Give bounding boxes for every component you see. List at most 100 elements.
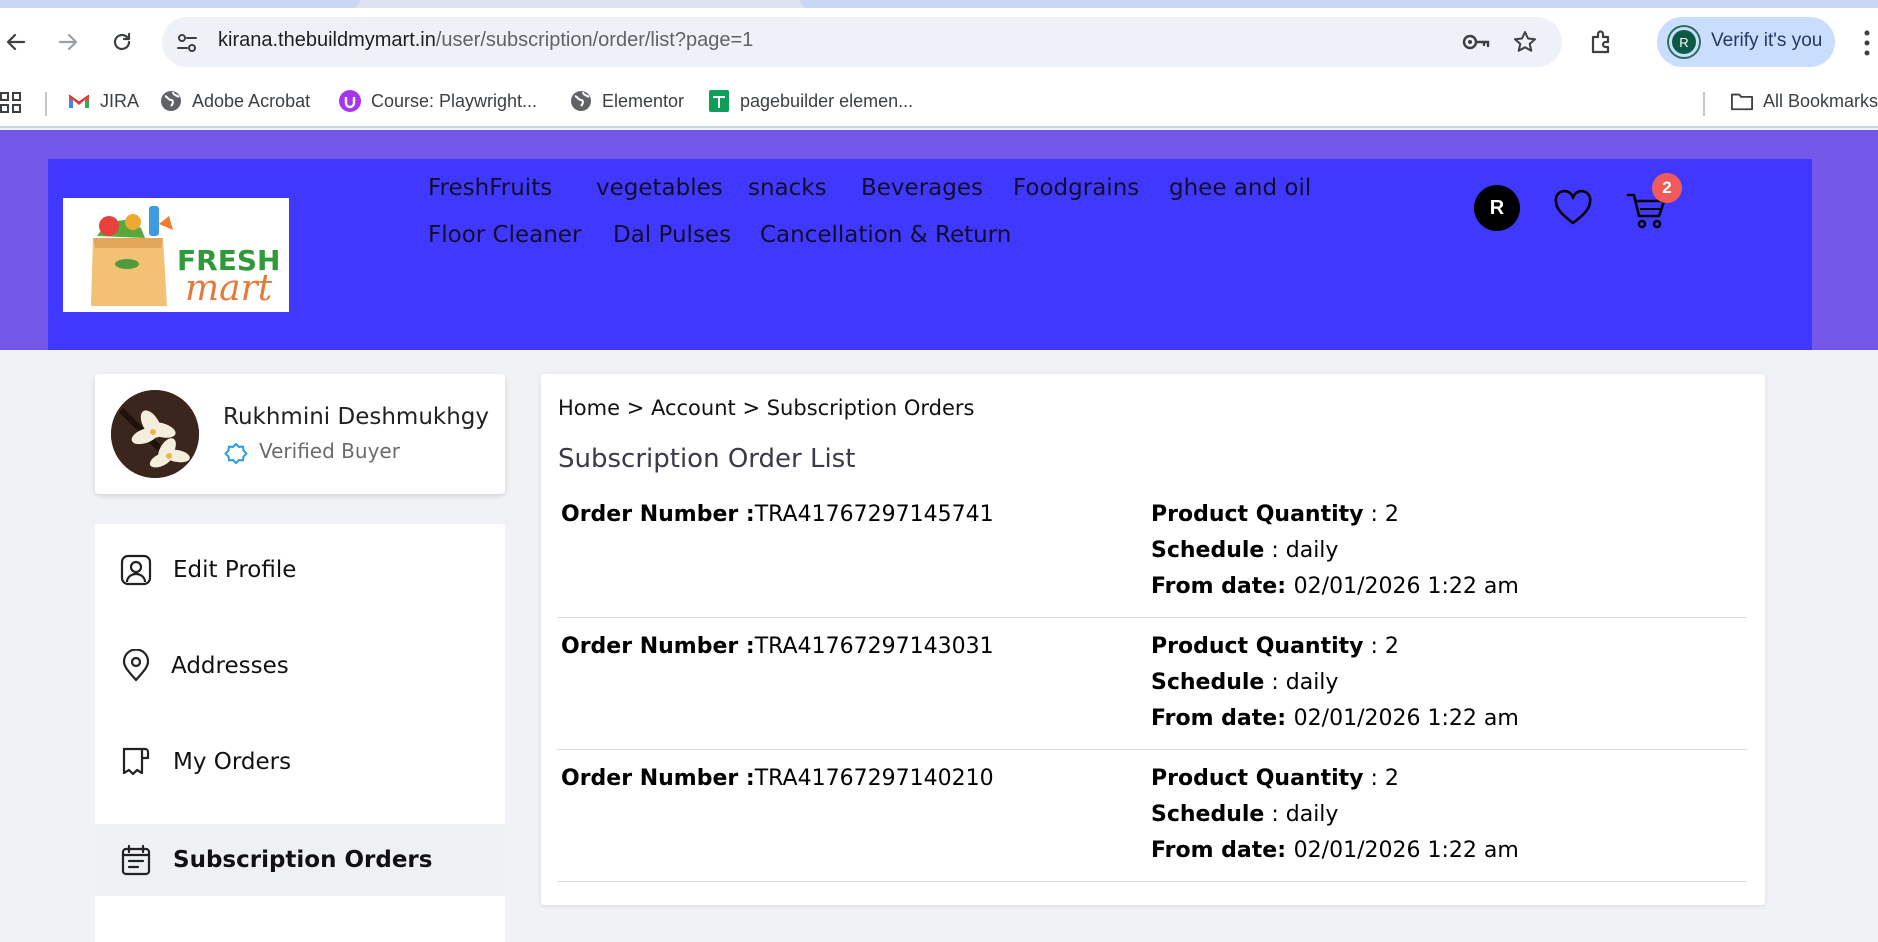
from-date-label: From date xyxy=(1151,574,1278,599)
breadcrumb-account[interactable]: Account xyxy=(651,396,736,420)
order-row[interactable]: Order Number :TRA41767297145741 Product … xyxy=(557,486,1747,618)
order-number-value: TRA41767297145741 xyxy=(754,502,994,527)
site-info-icon[interactable] xyxy=(174,30,200,56)
url-text[interactable]: kirana.thebuildmymart.in/user/subscripti… xyxy=(218,29,753,52)
verified-buyer-label: Verified Buyer xyxy=(223,434,400,468)
globe-icon xyxy=(160,90,182,112)
folder-icon xyxy=(1731,90,1753,112)
url-host: kirana.thebuildmymart.in xyxy=(218,29,436,51)
order-row[interactable]: Order Number :TRA41767297140210 Product … xyxy=(557,750,1747,882)
nav-link-vegetables[interactable]: vegetables xyxy=(596,175,723,201)
schedule-value: daily xyxy=(1285,802,1339,827)
bookmark-course-playwright[interactable]: Course: Playwright... xyxy=(339,88,537,114)
schedule: Schedule : daily xyxy=(1151,538,1338,563)
schedule-label: Schedule xyxy=(1151,670,1265,695)
product-quantity: Product Quantity : 2 xyxy=(1151,634,1399,659)
calendar-icon xyxy=(121,844,151,876)
site-logo[interactable]: FRESH mart xyxy=(63,198,289,312)
sidebar-item-label: Subscription Orders xyxy=(173,847,433,873)
extensions-puzzle-icon[interactable] xyxy=(1588,28,1616,56)
gmail-icon xyxy=(68,90,90,112)
from-date: From date: 02/01/2026 1:22 am xyxy=(1151,574,1519,599)
order-number-colon: : xyxy=(738,634,755,659)
back-button[interactable] xyxy=(0,22,36,62)
schedule-value: daily xyxy=(1285,670,1339,695)
reload-button[interactable] xyxy=(102,22,142,62)
schedule: Schedule : daily xyxy=(1151,802,1338,827)
sidebar-item-label: Edit Profile xyxy=(173,557,297,583)
bookmark-pagebuilder[interactable]: pagebuilder elemen... xyxy=(708,88,913,114)
location-pin-icon xyxy=(122,649,150,682)
breadcrumb-home[interactable]: Home xyxy=(558,396,620,420)
breadcrumb-separator: > xyxy=(620,396,651,420)
sidebar-item-subscription-orders[interactable]: Subscription Orders xyxy=(95,824,505,896)
browser-toolbar: kirana.thebuildmymart.in/user/subscripti… xyxy=(0,8,1878,76)
from-date-value: 02/01/2026 1:22 am xyxy=(1293,574,1519,599)
forward-button[interactable] xyxy=(48,22,88,62)
schedule-label: Schedule xyxy=(1151,538,1265,563)
all-bookmarks-label: All Bookmarks xyxy=(1763,90,1878,111)
sheets-icon xyxy=(708,90,730,112)
from-date-colon: : xyxy=(1277,574,1294,599)
apps-grid-icon[interactable] xyxy=(0,92,22,114)
sidebar-item-addresses[interactable]: Addresses xyxy=(95,630,505,702)
back-arrow-icon xyxy=(6,33,26,51)
nav-link-freshfruits[interactable]: FreshFruits xyxy=(428,175,552,201)
nav-link-snacks[interactable]: snacks xyxy=(748,175,827,201)
bookmark-star-icon[interactable] xyxy=(1512,29,1538,55)
breadcrumb-current: Subscription Orders xyxy=(766,396,975,420)
breadcrumb-separator: > xyxy=(735,396,767,420)
password-key-icon[interactable] xyxy=(1462,30,1490,54)
bookmarks-bar: JIRA Adobe Acrobat Course: Playwright...… xyxy=(0,76,1878,128)
heart-icon[interactable] xyxy=(1553,189,1593,229)
bookmark-jira[interactable]: JIRA xyxy=(68,88,139,114)
nav-link-beverages[interactable]: Beverages xyxy=(861,175,983,201)
verified-text: Verified Buyer xyxy=(259,439,400,463)
order-number-value: TRA41767297143031 xyxy=(754,634,994,659)
bookmark-label: pagebuilder elemen... xyxy=(740,90,914,111)
quantity-colon: : xyxy=(1363,634,1385,659)
bookmark-label: Adobe Acrobat xyxy=(192,90,311,111)
from-date-label: From date xyxy=(1151,838,1278,863)
nav-link-foodgrains[interactable]: Foodgrains xyxy=(1013,175,1139,201)
receipt-icon xyxy=(122,747,150,776)
sidebar-item-label: Addresses xyxy=(171,653,289,679)
nav-link-cancellation-return[interactable]: Cancellation & Return xyxy=(760,222,1011,248)
nav-link-floor-cleaner[interactable]: Floor Cleaner xyxy=(428,222,581,248)
from-date-value: 02/01/2026 1:22 am xyxy=(1293,706,1519,731)
browser-tab[interactable] xyxy=(0,0,360,8)
quantity-colon: : xyxy=(1363,766,1385,791)
address-bar[interactable]: kirana.thebuildmymart.in/user/subscripti… xyxy=(162,17,1562,67)
profile-name: Rukhmini Deshmukhgy xyxy=(223,404,490,430)
nav-link-ghee-and-oil[interactable]: ghee and oil xyxy=(1169,175,1311,201)
bookmark-adobe-acrobat[interactable]: Adobe Acrobat xyxy=(160,88,310,114)
all-bookmarks-folder[interactable]: All Bookmarks xyxy=(1731,88,1878,114)
from-date-label: From date xyxy=(1151,706,1278,731)
header-bar: FRESH mart FreshFruits vegetables snacks… xyxy=(48,159,1812,350)
order-number: Order Number :TRA41767297143031 xyxy=(561,634,994,659)
sidebar-item-edit-profile[interactable]: Edit Profile xyxy=(95,534,505,606)
browser-tab[interactable] xyxy=(800,0,1878,8)
bookmark-elementor[interactable]: Elementor xyxy=(570,88,684,114)
order-number-label: Order Number xyxy=(561,766,739,791)
order-number-colon: : xyxy=(738,766,755,791)
from-date: From date: 02/01/2026 1:22 am xyxy=(1151,838,1519,863)
nav-link-dal-pulses[interactable]: Dal Pulses xyxy=(613,222,731,248)
user-avatar-button[interactable]: R xyxy=(1474,185,1520,231)
browser-tabstrip xyxy=(0,0,1878,8)
verify-identity-button[interactable]: R Verify it's you xyxy=(1657,17,1835,67)
quantity-label: Product Quantity xyxy=(1151,502,1364,527)
user-profile-icon xyxy=(120,554,152,586)
bookmark-label: JIRA xyxy=(100,90,140,111)
bookmarks-separator xyxy=(45,92,47,116)
url-path: /user/subscription/order/list?page=1 xyxy=(435,29,754,51)
order-row[interactable]: Order Number :TRA41767297143031 Product … xyxy=(557,618,1747,750)
more-menu-icon[interactable] xyxy=(1860,28,1874,58)
schedule-colon: : xyxy=(1264,802,1286,827)
cart-count-badge: 2 xyxy=(1652,173,1682,203)
quantity-label: Product Quantity xyxy=(1151,766,1364,791)
bookmarks-separator xyxy=(1703,92,1705,116)
profile-card: Rukhmini Deshmukhgy Verified Buyer xyxy=(95,374,505,494)
logo-text-mart: mart xyxy=(185,268,273,309)
sidebar-item-my-orders[interactable]: My Orders xyxy=(95,726,505,798)
